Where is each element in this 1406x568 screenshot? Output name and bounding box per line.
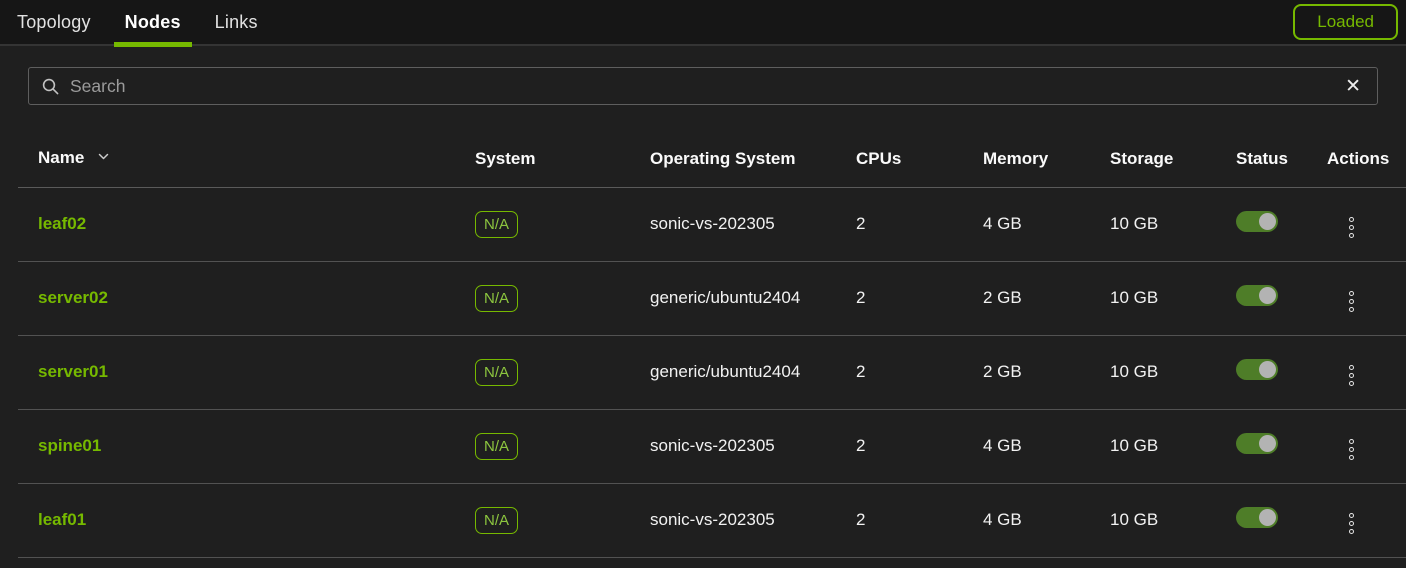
memory-cell: 2 GB [983, 261, 1110, 335]
column-header-status[interactable]: Status [1236, 131, 1327, 187]
search-icon [41, 77, 60, 96]
cpus-cell: 2 [856, 409, 983, 483]
cpus-cell: 2 [856, 187, 983, 261]
status-toggle[interactable] [1236, 507, 1278, 528]
table-row: spine01 N/A sonic-vs-202305 2 4 GB 10 GB [18, 409, 1406, 483]
row-actions-kebab-icon[interactable] [1343, 361, 1360, 390]
memory-cell: 4 GB [983, 187, 1110, 261]
table-row: server02 N/A generic/ubuntu2404 2 2 GB 1… [18, 261, 1406, 335]
column-header-os[interactable]: Operating System [650, 131, 856, 187]
storage-cell: 10 GB [1110, 483, 1236, 557]
system-badge: N/A [475, 433, 518, 460]
storage-cell: 10 GB [1110, 409, 1236, 483]
column-header-name[interactable]: Name [18, 131, 475, 187]
table-header-row: Name System Operating System CPUs Memory… [18, 131, 1406, 187]
search-bar[interactable]: ✕ [28, 67, 1378, 105]
os-cell: sonic-vs-202305 [650, 409, 856, 483]
storage-cell: 10 GB [1110, 261, 1236, 335]
toggle-knob [1259, 287, 1276, 304]
sort-chevron-down-icon [96, 149, 111, 168]
table-body: leaf02 N/A sonic-vs-202305 2 4 GB 10 GB … [18, 187, 1406, 557]
system-badge: N/A [475, 507, 518, 534]
column-header-actions[interactable]: Actions [1327, 131, 1406, 187]
os-cell: sonic-vs-202305 [650, 187, 856, 261]
os-cell: sonic-vs-202305 [650, 483, 856, 557]
table-row: leaf02 N/A sonic-vs-202305 2 4 GB 10 GB [18, 187, 1406, 261]
memory-cell: 2 GB [983, 335, 1110, 409]
node-name-link[interactable]: leaf01 [38, 510, 86, 529]
status-toggle[interactable] [1236, 211, 1278, 232]
table-row: leaf01 N/A sonic-vs-202305 2 4 GB 10 GB [18, 483, 1406, 557]
column-header-cpus[interactable]: CPUs [856, 131, 983, 187]
node-name-link[interactable]: leaf02 [38, 214, 86, 233]
storage-cell: 10 GB [1110, 187, 1236, 261]
os-cell: generic/ubuntu2404 [650, 335, 856, 409]
toggle-knob [1259, 509, 1276, 526]
loaded-status-button[interactable]: Loaded [1293, 4, 1398, 40]
system-badge: N/A [475, 211, 518, 238]
cpus-cell: 2 [856, 335, 983, 409]
clear-search-icon[interactable]: ✕ [1341, 75, 1365, 98]
system-badge: N/A [475, 359, 518, 386]
column-header-system[interactable]: System [475, 131, 650, 187]
search-input[interactable] [70, 76, 1341, 97]
toggle-knob [1259, 213, 1276, 230]
nodes-table: Name System Operating System CPUs Memory… [18, 131, 1406, 558]
tab-topology[interactable]: Topology [6, 0, 102, 45]
storage-cell: 10 GB [1110, 335, 1236, 409]
row-actions-kebab-icon[interactable] [1343, 435, 1360, 464]
os-cell: generic/ubuntu2404 [650, 261, 856, 335]
cpus-cell: 2 [856, 261, 983, 335]
status-toggle[interactable] [1236, 359, 1278, 380]
row-actions-kebab-icon[interactable] [1343, 213, 1360, 242]
row-actions-kebab-icon[interactable] [1343, 287, 1360, 316]
memory-cell: 4 GB [983, 409, 1110, 483]
tab-links[interactable]: Links [204, 0, 269, 45]
column-header-name-label: Name [38, 148, 84, 167]
status-toggle[interactable] [1236, 285, 1278, 306]
column-header-storage[interactable]: Storage [1110, 131, 1236, 187]
tab-bar: Topology Nodes Links Loaded [0, 0, 1406, 46]
toggle-knob [1259, 435, 1276, 452]
column-header-memory[interactable]: Memory [983, 131, 1110, 187]
toggle-knob [1259, 361, 1276, 378]
table-row: server01 N/A generic/ubuntu2404 2 2 GB 1… [18, 335, 1406, 409]
cpus-cell: 2 [856, 483, 983, 557]
node-name-link[interactable]: server01 [38, 362, 108, 381]
node-name-link[interactable]: spine01 [38, 436, 101, 455]
node-name-link[interactable]: server02 [38, 288, 108, 307]
system-badge: N/A [475, 285, 518, 312]
status-toggle[interactable] [1236, 433, 1278, 454]
tab-nodes[interactable]: Nodes [114, 0, 192, 45]
memory-cell: 4 GB [983, 483, 1110, 557]
row-actions-kebab-icon[interactable] [1343, 509, 1360, 538]
